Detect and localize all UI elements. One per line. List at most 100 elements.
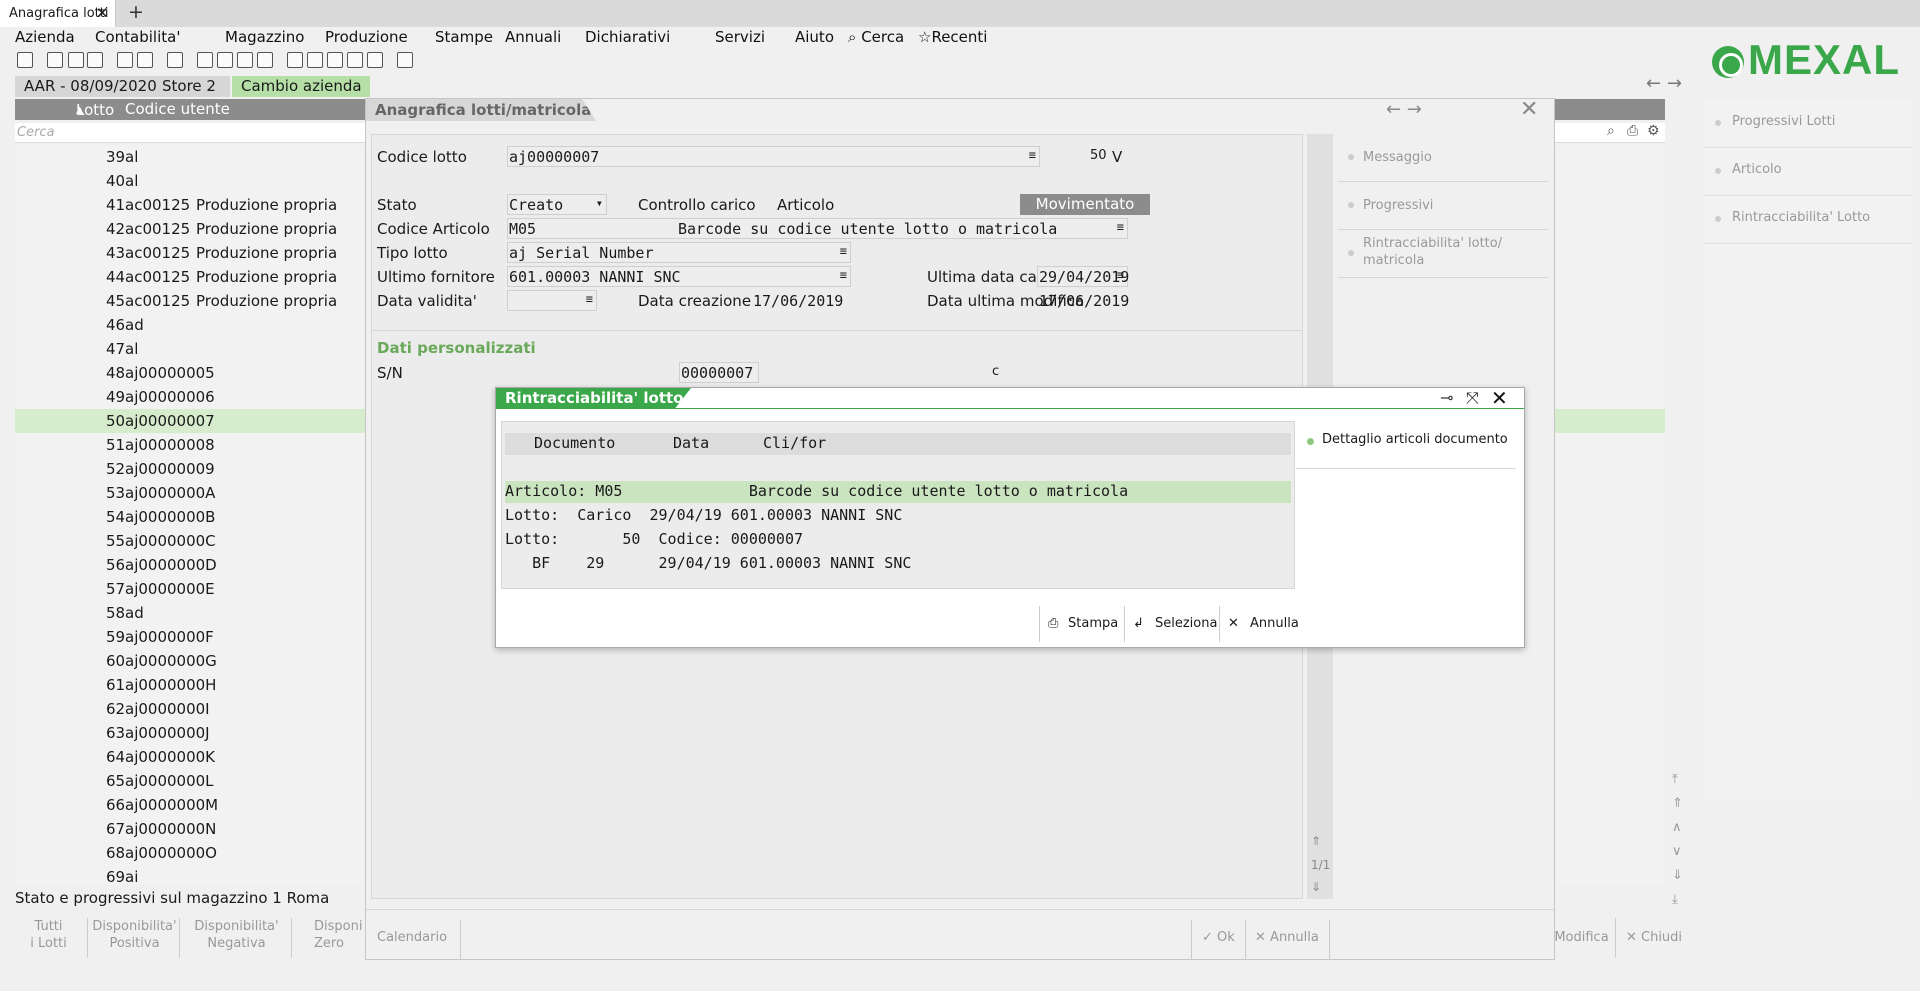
zoom-icon[interactable]: ⌕ — [1607, 123, 1615, 139]
grid-header: Documento Data Cli/for — [505, 433, 1291, 455]
lot-code: aj00000005 — [125, 364, 215, 382]
menu-produzione[interactable]: Produzione — [325, 28, 408, 46]
disponibilita-negativa-button[interactable]: Disponibilita' Negativa — [182, 918, 292, 958]
lot-number: 42 — [106, 220, 126, 238]
column-lotto[interactable]: Lotto ▴ — [76, 100, 114, 119]
lot-number: 48 — [106, 364, 126, 382]
lot-number: 47 — [106, 340, 126, 358]
side-item-progressivi-lotti[interactable]: Progressivi Lotti — [1703, 100, 1913, 148]
scroll-page-down-icon[interactable]: ⇓ — [1672, 868, 1683, 883]
scroll-bottom-icon[interactable]: ⤓ — [1672, 892, 1678, 907]
tool-icon[interactable] — [117, 52, 133, 68]
paste-icon[interactable] — [87, 52, 103, 68]
sn-field[interactable]: 00000007 — [679, 362, 759, 383]
annulla-dialog-button[interactable]: ✕ Annulla — [1219, 606, 1299, 642]
arrow-left-icon[interactable]: ← — [1646, 73, 1661, 94]
shrink-icon[interactable]: ⤧ — [1466, 388, 1479, 408]
data-validita-field[interactable]: ≡ — [507, 290, 597, 311]
play-icon[interactable] — [327, 52, 343, 68]
annulla-button[interactable]: ✕ Annulla — [1246, 920, 1330, 960]
scroll-up-icon[interactable]: ∧ — [1672, 820, 1682, 835]
column-codice-utente[interactable]: Codice utente — [125, 100, 230, 118]
menu-aiuto[interactable]: Aiuto — [795, 28, 834, 46]
calendario-button[interactable]: Calendario — [366, 920, 461, 960]
camera-icon[interactable] — [197, 52, 213, 68]
side-item-rintracciabilita-lotto[interactable]: Rintracciabilita' lotto/matricola — [1338, 230, 1548, 278]
share-icon[interactable] — [347, 52, 363, 68]
ultima-data-carico-field[interactable]: 29/04/2019 ≡ — [1037, 266, 1129, 287]
menu-contabilita[interactable]: Contabilita' — [95, 28, 180, 46]
scroll-top-icon[interactable]: ⤒ — [1672, 772, 1678, 787]
lot-code: aj0000000F — [125, 628, 214, 646]
menu-azienda[interactable]: Azienda — [15, 28, 75, 46]
tab-anagrafica-lotti[interactable]: Anagrafica lotti ✕ — [0, 0, 116, 27]
chat-icon[interactable] — [367, 52, 383, 68]
window-nav-arrows[interactable]: ← → — [1386, 99, 1422, 120]
close-icon[interactable]: ✕ — [1491, 386, 1508, 410]
help-icon[interactable] — [287, 52, 303, 68]
trace-line-documento[interactable]: BF 29 29/04/19 601.00003 NANNI SNC — [505, 553, 1291, 575]
scroll-down-icon[interactable]: ∨ — [1672, 844, 1682, 859]
scroll-page-up-icon[interactable]: ⇑ — [1672, 796, 1683, 811]
lot-code: aj0000000H — [125, 676, 217, 694]
modifica-button[interactable]: Modifica — [1548, 918, 1616, 958]
disponibilita-positiva-button[interactable]: Disponibilita' Positiva — [90, 918, 180, 958]
ok-button[interactable]: ✓ Ok — [1192, 920, 1246, 960]
cart-icon[interactable] — [397, 52, 413, 68]
close-icon[interactable]: ✕ — [96, 4, 109, 22]
bullet-icon — [1348, 154, 1354, 160]
image-icon[interactable] — [217, 52, 233, 68]
headset-icon[interactable] — [237, 52, 253, 68]
movimentato-badge: Movimentato — [1020, 194, 1150, 215]
add-tab-icon[interactable]: + — [128, 1, 144, 23]
side-item-articolo[interactable]: Articolo — [1703, 148, 1913, 196]
stampa-button[interactable]: ⎙ Stampa — [1039, 606, 1124, 642]
window-icon[interactable] — [137, 52, 153, 68]
menu-magazzino[interactable]: Magazzino — [225, 28, 304, 46]
side-item-dettaglio-articoli[interactable]: Dettaglio articoli documento — [1296, 421, 1516, 469]
tipo-lotto-field[interactable]: aj Serial Number ≡ — [507, 242, 851, 263]
stato-select[interactable]: Creato ▾ — [507, 194, 607, 215]
tutti-lotti-button[interactable]: Tutti i Lotti — [10, 918, 88, 958]
menu-icon: ≡ — [1116, 268, 1124, 282]
disponibilita-zero-button[interactable]: Disponi Zero — [294, 918, 364, 958]
lot-code: aj0000000L — [125, 772, 214, 790]
home-icon[interactable] — [17, 52, 33, 68]
copy-icon[interactable] — [68, 52, 84, 68]
gear-icon[interactable]: ⚙ — [1647, 123, 1660, 139]
lot-code: aj00000009 — [125, 460, 215, 478]
print-icon[interactable]: ⎙ — [1627, 123, 1638, 139]
seleziona-button[interactable]: ↲ Seleziona — [1124, 606, 1219, 642]
arrow-right-icon[interactable]: → — [1667, 73, 1682, 94]
close-all-icon[interactable] — [167, 52, 183, 68]
trace-line-lotto-codice[interactable]: Lotto: 50 Codice: 00000007 — [505, 529, 1291, 551]
cambio-azienda-button[interactable]: Cambio azienda — [232, 76, 370, 97]
search-menu[interactable]: ⌕ Cerca — [848, 28, 904, 46]
lot-number: 63 — [106, 724, 126, 742]
chiudi-button[interactable]: ✕ Chiudi — [1618, 918, 1690, 958]
menu-annuali[interactable]: Annuali — [505, 28, 561, 46]
codice-articolo-field[interactable]: M05 Barcode su codice utente lotto o matr… — [507, 218, 1128, 239]
doc-icon[interactable] — [307, 52, 323, 68]
side-item-rintracciabilita[interactable]: Rintracciabilita' Lotto — [1703, 196, 1913, 244]
menu-icon: ≡ — [585, 292, 593, 306]
cut-icon[interactable] — [47, 52, 63, 68]
codice-lotto-field[interactable]: aj00000007 ≡ — [507, 146, 1040, 167]
close-icon[interactable]: ✕ — [1520, 97, 1538, 122]
menu-stampe[interactable]: Stampe — [435, 28, 493, 46]
page-indicator: 1/1 — [1311, 858, 1331, 872]
logo-icon — [1712, 46, 1744, 78]
menu-dichiarativi[interactable]: Dichiarativi — [585, 28, 670, 46]
menu-servizi[interactable]: Servizi — [715, 28, 765, 46]
ok-label: ✓ Ok — [1202, 930, 1235, 945]
lotto-number: 50 — [1090, 148, 1107, 163]
side-item-messaggio[interactable]: Messaggio — [1338, 134, 1548, 182]
trace-line-lotto-carico[interactable]: Lotto: Carico 29/04/19 601.00003 NANNI S… — [505, 505, 1291, 527]
pin-icon[interactable]: ⊸ — [1440, 388, 1453, 407]
ultimo-fornitore-field[interactable]: 601.00003 NANNI SNC ≡ — [507, 266, 851, 287]
side-item-progressivi[interactable]: Progressivi — [1338, 182, 1548, 230]
trace-line-articolo[interactable]: Articolo: M05 Barcode su codice utente l… — [505, 481, 1291, 503]
recent-menu[interactable]: ☆Recenti — [918, 28, 987, 46]
nav-arrows[interactable]: ← → — [1646, 73, 1682, 94]
calculator-icon[interactable] — [257, 52, 273, 68]
